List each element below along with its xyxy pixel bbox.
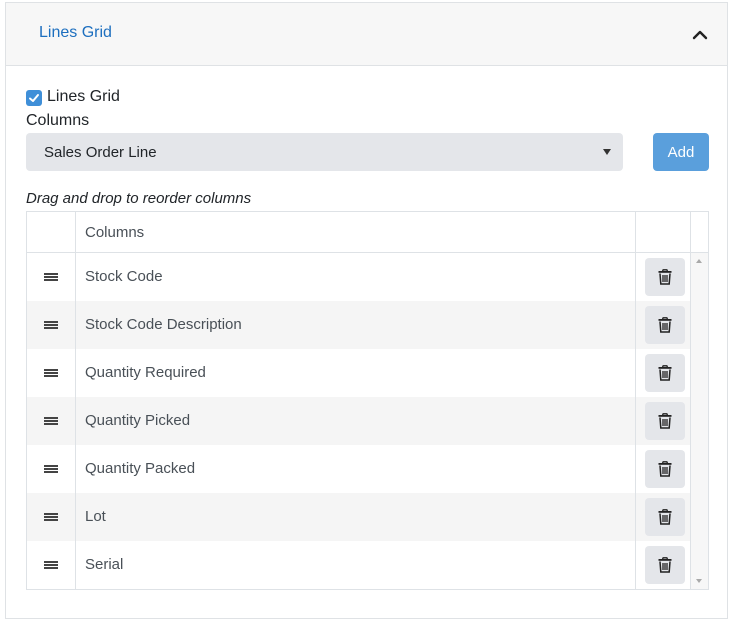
drag-handle-icon[interactable]: [44, 273, 58, 281]
table-row: Quantity Required: [27, 349, 690, 397]
check-icon: [29, 94, 39, 102]
panel-header[interactable]: Lines Grid: [6, 3, 727, 66]
delete-column-button[interactable]: [645, 498, 685, 536]
trash-icon: [658, 509, 672, 525]
trash-icon: [658, 269, 672, 285]
column-select-value: Sales Order Line: [44, 144, 157, 161]
column-name: Stock Code: [85, 268, 163, 285]
delete-column-button[interactable]: [645, 306, 685, 344]
columns-grid: Columns Stock Code Stock Code Descriptio…: [26, 211, 709, 590]
column-name: Quantity Required: [85, 364, 206, 381]
drag-handle-icon[interactable]: [44, 369, 58, 377]
table-row: Stock Code: [27, 253, 690, 301]
trash-icon: [658, 557, 672, 573]
column-name: Stock Code Description: [85, 316, 242, 333]
table-row: Quantity Picked: [27, 397, 690, 445]
grid-divider: [635, 212, 636, 589]
scroll-up-arrow-icon[interactable]: [696, 259, 702, 263]
table-row: Quantity Packed: [27, 445, 690, 493]
column-name: Serial: [85, 556, 124, 573]
drag-handle-icon[interactable]: [44, 513, 58, 521]
add-column-button[interactable]: Add: [653, 133, 709, 171]
reorder-hint: Drag and drop to reorder columns: [26, 190, 252, 207]
column-name: Lot: [85, 508, 106, 525]
scroll-down-arrow-icon[interactable]: [696, 579, 702, 583]
trash-icon: [658, 317, 672, 333]
delete-column-button[interactable]: [645, 402, 685, 440]
trash-icon: [658, 413, 672, 429]
chevron-up-icon[interactable]: [692, 27, 708, 43]
caret-down-icon: [603, 149, 611, 155]
drag-handle-icon[interactable]: [44, 465, 58, 473]
delete-column-button[interactable]: [645, 546, 685, 584]
column-select[interactable]: Sales Order Line: [26, 133, 623, 171]
trash-icon: [658, 365, 672, 381]
column-name: Quantity Packed: [85, 460, 196, 477]
grid-divider: [690, 212, 691, 253]
column-name: Quantity Picked: [85, 412, 191, 429]
grid-scrollbar[interactable]: [690, 253, 708, 589]
drag-handle-icon[interactable]: [44, 417, 58, 425]
grid-header: Columns: [27, 212, 708, 253]
lines-grid-checkbox[interactable]: [26, 90, 42, 106]
drag-handle-icon[interactable]: [44, 321, 58, 329]
table-row: Stock Code Description: [27, 301, 690, 349]
panel-title[interactable]: Lines Grid: [39, 24, 112, 42]
delete-column-button[interactable]: [645, 258, 685, 296]
lines-grid-panel: Lines Grid Lines Grid Columns Sales Orde…: [5, 2, 728, 619]
delete-column-button[interactable]: [645, 354, 685, 392]
trash-icon: [658, 461, 672, 477]
columns-label: Columns: [26, 112, 90, 129]
table-row: Serial: [27, 541, 690, 589]
grid-header-columns: Columns: [85, 224, 145, 241]
grid-divider: [75, 212, 76, 589]
delete-column-button[interactable]: [645, 450, 685, 488]
lines-grid-checkbox-label[interactable]: Lines Grid: [47, 88, 120, 106]
grid-rows: Stock Code Stock Code Description Quanti…: [27, 253, 690, 589]
table-row: Lot: [27, 493, 690, 541]
drag-handle-icon[interactable]: [44, 561, 58, 569]
